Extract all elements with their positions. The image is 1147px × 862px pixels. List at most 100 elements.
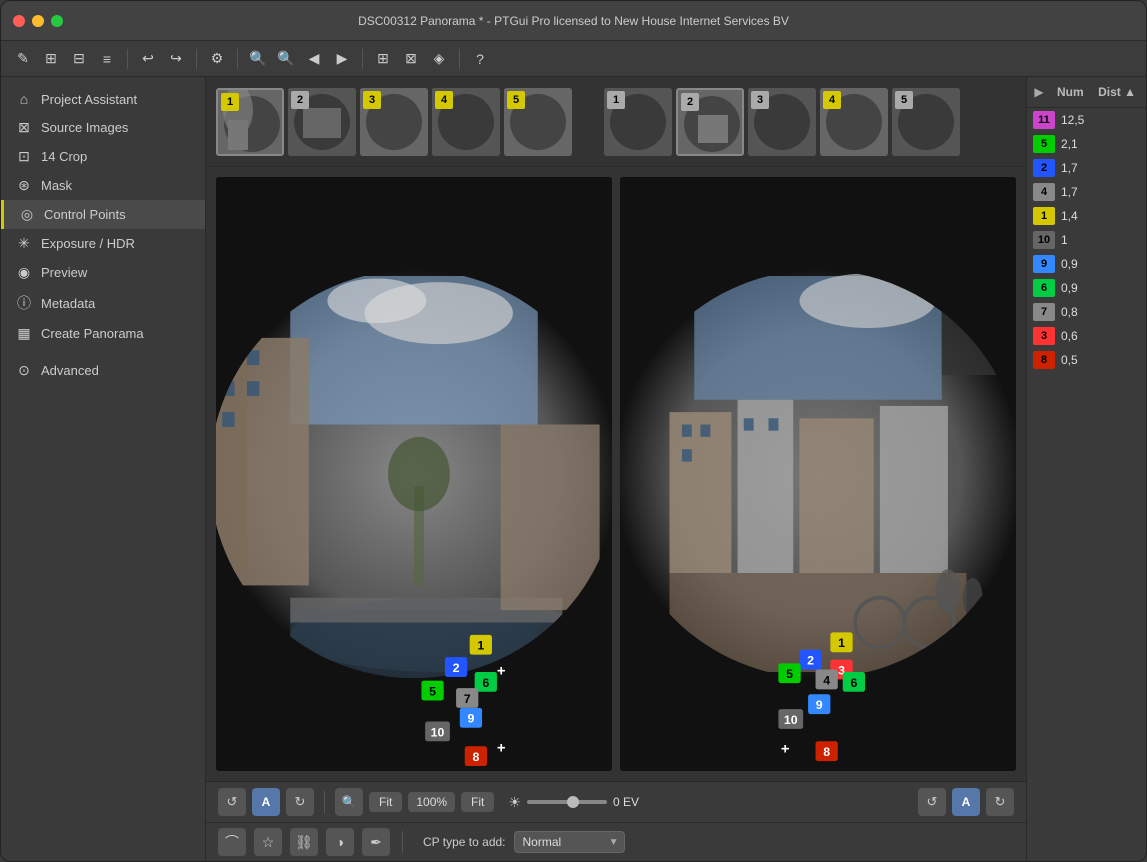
thumb-right-1[interactable]: 1 (604, 88, 672, 156)
ev-control: ☀ 0 EV (508, 794, 639, 811)
list-item[interactable]: 7 0,8 (1027, 300, 1146, 324)
thumb-left-4[interactable]: 4 (432, 88, 500, 156)
panel-expand-icon[interactable]: ▶ (1029, 81, 1049, 103)
list-item[interactable]: 10 1 (1027, 228, 1146, 252)
svg-text:4: 4 (823, 673, 830, 687)
sidebar-item-create-panorama[interactable]: ▦ Create Panorama (1, 319, 205, 348)
thumb-num: 2 (681, 93, 699, 111)
pen-tool[interactable]: ✒ (362, 828, 390, 856)
cp-dist: 1 (1061, 233, 1068, 247)
list-item[interactable]: 3 0,6 (1027, 324, 1146, 348)
fit-button[interactable]: Fit (369, 792, 402, 812)
minimize-button[interactable] (32, 15, 44, 27)
link-tool[interactable]: ⛓ (290, 828, 318, 856)
list-item[interactable]: 1 1,4 (1027, 204, 1146, 228)
right-panel-header: ▶ Num Dist ▲ (1027, 77, 1146, 108)
cp-type-select[interactable]: Normal Horizontal Line Vertical Line (514, 831, 625, 853)
svg-text:9: 9 (816, 698, 823, 712)
maximize-button[interactable] (51, 15, 63, 27)
zoom-out-icon[interactable]: 🔍 (274, 47, 298, 71)
mask-icon: ⊛ (15, 177, 33, 194)
redo-icon[interactable]: ↪ (164, 47, 188, 71)
thumb-right-4[interactable]: 4 (820, 88, 888, 156)
sidebar-label-project-assistant: Project Assistant (41, 92, 137, 107)
rotate-left-right-button[interactable]: ↺ (918, 788, 946, 816)
thumb-num: 4 (435, 91, 453, 109)
grid2-icon[interactable]: ⊞ (371, 47, 395, 71)
grid3-icon[interactable]: ⊠ (399, 47, 423, 71)
main-window: DSC00312 Panorama * - PTGui Pro licensed… (0, 0, 1147, 862)
list-item[interactable]: 11 12,5 (1027, 108, 1146, 132)
bottom-toolbar: ↺ A ↻ 🔍 Fit 100% Fit ☀ (206, 782, 1026, 823)
thumb-left-5[interactable]: 5 (504, 88, 572, 156)
list-item[interactable]: 5 2,1 (1027, 132, 1146, 156)
layers-icon[interactable]: ⊟ (67, 47, 91, 71)
sidebar-item-source-images[interactable]: ⊠ Source Images (1, 113, 205, 142)
image-panel-right[interactable]: 1 2 3 4 5 (620, 177, 1016, 771)
svg-text:6: 6 (482, 676, 489, 690)
svg-text:2: 2 (807, 654, 814, 668)
close-button[interactable] (13, 15, 25, 27)
sidebar-item-crop[interactable]: ⊡ 14 Crop (1, 142, 205, 171)
auto-right-button[interactable]: A (952, 788, 980, 816)
svg-text:1: 1 (838, 636, 845, 650)
thumb-right-2[interactable]: 2 (676, 88, 744, 156)
image-panel-left[interactable]: 1 1 2 6 5 (216, 177, 612, 771)
thumb-left-3[interactable]: 3 (360, 88, 428, 156)
list-item[interactable]: 9 0,9 (1027, 252, 1146, 276)
undo-icon[interactable]: ↩ (136, 47, 160, 71)
list-item[interactable]: 2 1,7 (1027, 156, 1146, 180)
cp-type-label: CP type to add: (423, 835, 506, 849)
sep-2 (196, 49, 197, 69)
next-icon[interactable]: ▶ (330, 47, 354, 71)
stack-icon[interactable]: ≡ (95, 47, 119, 71)
thumb-right-3[interactable]: 3 (748, 88, 816, 156)
cp-badge: 7 (1033, 303, 1055, 321)
prev-icon[interactable]: ◀ (302, 47, 326, 71)
sep-4 (362, 49, 363, 69)
ev-value: 0 EV (613, 795, 639, 809)
filmstrip-left: 1 2 3 (216, 88, 572, 156)
rotate-left-button[interactable]: ↺ (218, 788, 246, 816)
adjust-tool[interactable]: ◑ (326, 828, 354, 856)
cp-badge: 6 (1033, 279, 1055, 297)
traffic-lights (13, 15, 63, 27)
list-item[interactable]: 8 0,5 (1027, 348, 1146, 372)
panel-column-headers: Num Dist ▲ (1049, 81, 1144, 103)
svg-text:10: 10 (431, 725, 445, 739)
rotate-right-button[interactable]: ↻ (286, 788, 314, 816)
list-item[interactable]: 6 0,9 (1027, 276, 1146, 300)
star-tool[interactable]: ☆ (254, 828, 282, 856)
sidebar-item-advanced[interactable]: ⊙ Advanced (1, 356, 205, 385)
fit-button-2[interactable]: Fit (461, 792, 494, 812)
zoom-icon[interactable]: 🔍 (335, 788, 363, 816)
edit-icon[interactable]: ✎ (11, 47, 35, 71)
auto-button[interactable]: A (252, 788, 280, 816)
search-icon[interactable]: 🔍 (246, 47, 270, 71)
settings-icon[interactable]: ⚙ (205, 47, 229, 71)
sidebar-item-mask[interactable]: ⊛ Mask (1, 171, 205, 200)
sep-b2 (402, 831, 403, 853)
thumb-right-5[interactable]: 5 (892, 88, 960, 156)
sidebar-item-exposure-hdr[interactable]: ✳ Exposure / HDR (1, 229, 205, 258)
map-icon[interactable]: ◈ (427, 47, 451, 71)
lasso-tool[interactable]: ⌒ (218, 828, 246, 856)
ev-slider[interactable] (527, 800, 607, 804)
sidebar: ⌂ Project Assistant ⊠ Source Images ⊡ 14… (1, 77, 206, 861)
bottom-bar: ↺ A ↻ 🔍 Fit 100% Fit ☀ (206, 781, 1026, 861)
help-icon[interactable]: ? (468, 47, 492, 71)
sidebar-item-metadata[interactable]: ⓘ Metadata (1, 287, 205, 319)
sidebar-item-project-assistant[interactable]: ⌂ Project Assistant (1, 85, 205, 113)
sidebar-item-preview[interactable]: ◉ Preview (1, 258, 205, 287)
titlebar: DSC00312 Panorama * - PTGui Pro licensed… (1, 1, 1146, 41)
rotate-right-right-button[interactable]: ↻ (986, 788, 1014, 816)
thumb-left-1[interactable]: 1 (216, 88, 284, 156)
cp-badge: 9 (1033, 255, 1055, 273)
thumb-num: 3 (363, 91, 381, 109)
create-panorama-icon: ▦ (15, 325, 33, 342)
list-item[interactable]: 4 1,7 (1027, 180, 1146, 204)
sidebar-item-control-points[interactable]: ◎ Control Points (1, 200, 205, 229)
metadata-icon: ⓘ (15, 293, 33, 313)
thumb-left-2[interactable]: 2 (288, 88, 356, 156)
grid-icon[interactable]: ⊞ (39, 47, 63, 71)
